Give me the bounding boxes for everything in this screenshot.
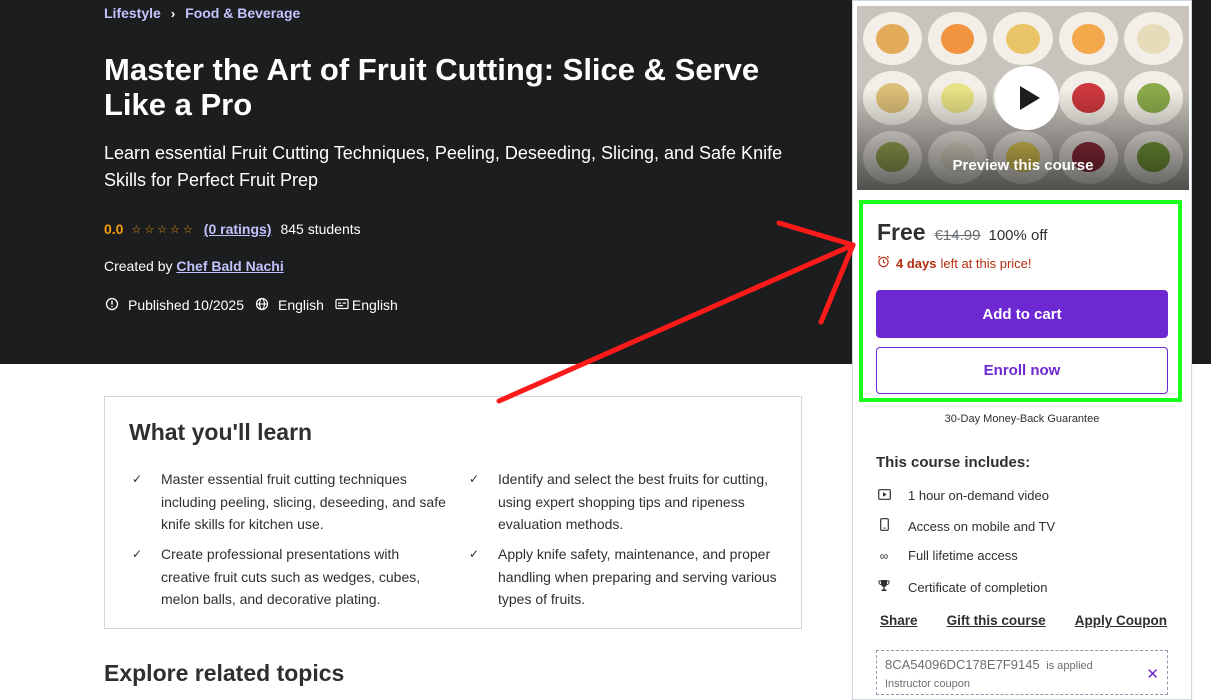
globe-icon xyxy=(254,297,270,314)
course-title: Master the Art of Fruit Cutting: Slice &… xyxy=(104,52,760,122)
student-count: 845 students xyxy=(280,221,361,237)
course-meta: Published 10/2025 English English xyxy=(104,296,398,314)
infinity-icon: ∞ xyxy=(879,548,889,563)
breadcrumb: Lifestyle › Food & Beverage xyxy=(104,4,300,22)
learn-item-text: Master essential fruit cutting technique… xyxy=(161,471,446,532)
ratings-link[interactable]: (0 ratings) xyxy=(204,221,272,237)
preview-label[interactable]: Preview this course xyxy=(857,157,1189,174)
chevron-right-icon: › xyxy=(170,5,176,21)
include-item: Access on mobile and TV xyxy=(876,518,1055,534)
coupon-status: is applied xyxy=(1046,660,1093,672)
gift-course-link[interactable]: Gift this course xyxy=(947,613,1046,628)
mobile-icon xyxy=(876,518,892,534)
learn-item: ✓ Apply knife safety, maintenance, and p… xyxy=(469,543,783,611)
coupon-code-row: 8CA54096DC178E7F9145 is applied xyxy=(885,657,1093,672)
learn-item: ✓ Identify and select the best fruits fo… xyxy=(469,468,783,536)
breadcrumb-item-lifestyle[interactable]: Lifestyle xyxy=(104,5,161,21)
share-link[interactable]: Share xyxy=(880,613,918,628)
rating-row: 0.0 ☆☆☆☆☆ (0 ratings) 845 students xyxy=(104,220,361,238)
learn-item-text: Create professional presentations with c… xyxy=(161,546,421,607)
course-subtitle: Learn essential Fruit Cutting Techniques… xyxy=(104,143,783,190)
breadcrumb-item-food-beverage[interactable]: Food & Beverage xyxy=(185,5,300,21)
alert-badge-icon xyxy=(104,297,120,314)
instructor-link[interactable]: Chef Bald Nachi xyxy=(176,258,283,274)
what-you-learn-title: What you'll learn xyxy=(129,419,313,445)
explore-related-topics-title: Explore related topics xyxy=(104,660,345,686)
video-icon xyxy=(876,488,892,503)
check-icon: ✓ xyxy=(131,472,143,486)
course-captions: English xyxy=(351,297,398,313)
money-back-guarantee: 30-Day Money-Back Guarantee xyxy=(944,413,1100,425)
learn-item-text: Apply knife safety, maintenance, and pro… xyxy=(498,546,777,607)
trophy-icon xyxy=(876,579,892,595)
check-icon: ✓ xyxy=(468,472,480,486)
learn-item: ✓ Master essential fruit cutting techniq… xyxy=(132,468,446,536)
play-icon[interactable] xyxy=(995,66,1059,130)
created-by: Created by Chef Bald Nachi xyxy=(104,258,284,274)
check-icon: ✓ xyxy=(131,547,143,561)
coupon-type: Instructor coupon xyxy=(885,678,970,690)
include-item: Certificate of completion xyxy=(876,579,1047,595)
what-you-learn-box: What you'll learn ✓ Master essential fru… xyxy=(104,396,802,629)
apply-coupon-link[interactable]: Apply Coupon xyxy=(1075,613,1167,628)
coupon-code: 8CA54096DC178E7F9145 xyxy=(885,657,1040,672)
include-item-text: 1 hour on-demand video xyxy=(908,488,1049,503)
applied-coupon: 8CA54096DC178E7F9145 is applied Instruct… xyxy=(876,650,1168,695)
include-item: 1 hour on-demand video xyxy=(876,488,1049,503)
include-item-text: Full lifetime access xyxy=(908,548,1018,563)
learn-item: ✓ Create professional presentations with… xyxy=(132,543,446,611)
rating-value: 0.0 xyxy=(104,221,124,237)
course-language: English xyxy=(278,297,324,313)
include-item-text: Access on mobile and TV xyxy=(908,518,1056,534)
learn-item-text: Identify and select the best fruits for … xyxy=(498,471,769,532)
check-icon: ✓ xyxy=(468,547,480,561)
course-preview[interactable]: Preview this course xyxy=(857,6,1189,190)
star-rating-icon: ☆☆☆☆☆ xyxy=(131,223,196,236)
highlight-box xyxy=(859,200,1182,402)
include-item-text: Certificate of completion xyxy=(908,579,1048,595)
published-date: Published 10/2025 xyxy=(128,297,244,313)
close-icon[interactable]: ✕ xyxy=(1146,665,1159,683)
created-by-label: Created by xyxy=(104,258,173,274)
closed-captions-icon xyxy=(334,298,350,313)
include-item: ∞ Full lifetime access xyxy=(876,548,1018,563)
includes-title: This course includes: xyxy=(876,454,1031,471)
card-links: Share Gift this course Apply Coupon xyxy=(880,613,1167,628)
purchase-card: Preview this course Free €14.99 100% off… xyxy=(852,0,1192,700)
